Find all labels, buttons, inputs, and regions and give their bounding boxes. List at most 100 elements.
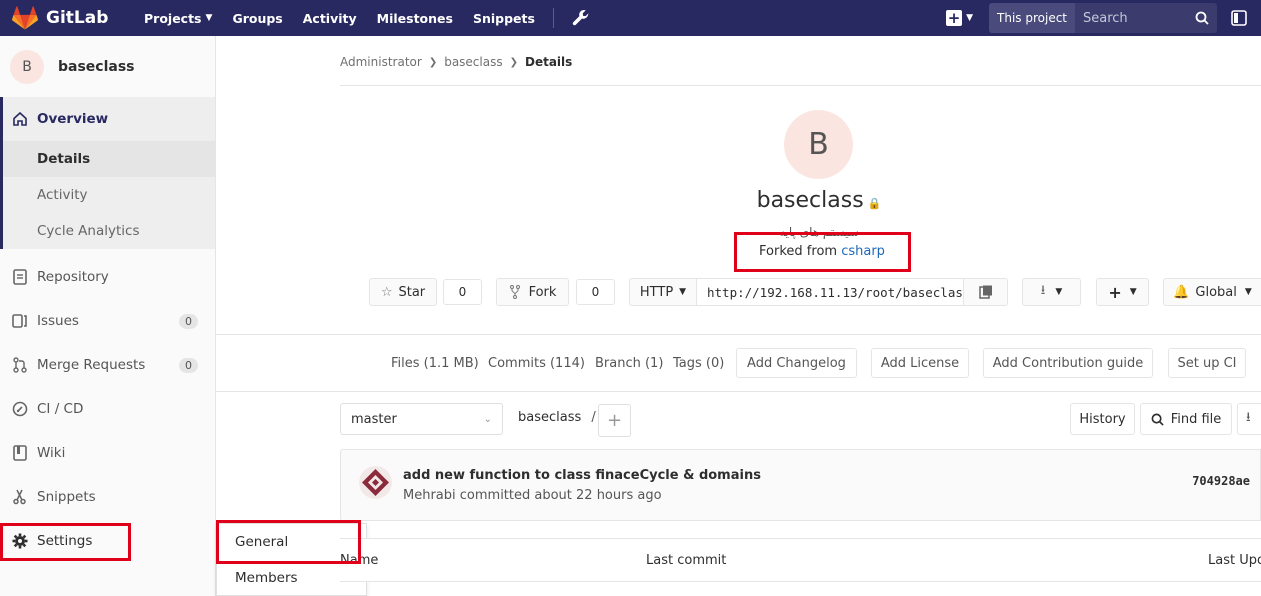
fork-label: Fork [528,284,557,300]
sidebar-project-header[interactable]: B baseclass [0,36,215,97]
star-button[interactable]: ☆ Star [369,278,437,306]
add-new-dropdown[interactable]: + ▼ [1096,278,1149,306]
nav-activity[interactable]: Activity [293,11,367,26]
sidebar-sub-details[interactable]: Details [3,141,215,177]
bell-icon: 🔔 [1173,284,1190,300]
brand-name: GitLab [46,8,109,28]
chevron-down-icon: ▼ [966,13,974,23]
clone-url-input[interactable]: http://192.168.11.13/root/baseclass.git [696,278,964,306]
branch-selector[interactable]: master ⌄ [340,403,503,435]
commit-author-avatar[interactable] [359,466,392,499]
search-icon [1151,413,1164,426]
book-icon [12,445,28,461]
new-item-dropdown[interactable]: + ▼ [946,10,973,26]
search-icon [1195,11,1209,25]
home-icon [12,111,28,127]
chevron-down-icon: ▼ [205,13,213,23]
sidebar-item-ci-cd[interactable]: CI / CD [0,387,215,431]
path-root-link[interactable]: baseclass [518,410,581,425]
sidebar-item-label: Repository [37,269,109,285]
download-archive-button[interactable]: ⭳ [1237,403,1261,435]
search-scope-project[interactable]: This project [989,3,1075,33]
sidebar-sub-activity[interactable]: Activity [3,177,215,213]
download-icon: ⭳ [1246,410,1251,425]
breadcrumb-item-namespace[interactable]: Administrator [340,55,422,69]
project-stats-files[interactable]: Files (1.1 MB) [391,348,479,378]
sidebar-item-snippets[interactable]: Snippets [0,475,215,519]
chevron-right-icon: ❯ [428,56,438,68]
merge-requests-count-badge: 0 [179,357,198,373]
sidebar-item-repository[interactable]: Repository [0,255,215,299]
add-to-tree-button[interactable]: + [598,404,631,437]
project-description: سیستم های پایه [779,225,859,239]
project-avatar-large: B [784,110,853,179]
plus-square-icon: + [946,8,963,27]
chevron-down-icon: ⌄ [483,413,492,425]
nav-snippets[interactable]: Snippets [463,11,545,26]
history-button[interactable]: History [1070,403,1135,435]
merge-request-icon [12,357,28,373]
fork-count[interactable]: 0 [576,279,615,305]
gitlab-logo-icon [12,6,38,30]
issues-icon [12,313,28,329]
add-contribution-guide-button[interactable]: Add Contribution guide [983,348,1153,378]
sidebar-item-settings[interactable]: Settings [0,519,215,563]
sidebar-item-issues[interactable]: Issues 0 [0,299,215,343]
lock-icon: 🔒 [867,197,882,210]
nav-milestones[interactable]: Milestones [367,11,463,26]
project-stats-tags[interactable]: Tags (0) [673,348,724,378]
clone-protocol-dropdown[interactable]: HTTP ▼ [629,278,697,306]
breadcrumb-item-project[interactable]: baseclass [444,55,502,69]
branch-name: master [351,411,397,427]
chevron-right-icon: ❯ [509,56,518,68]
sidebar-panel-icon [1231,10,1247,26]
set-up-ci-button[interactable]: Set up CI [1168,348,1246,378]
find-file-button[interactable]: Find file [1140,403,1232,435]
breadcrumb: Administrator ❯ baseclass ❯ Details [340,52,572,72]
scissors-icon [12,489,28,505]
sidebar-project-name: baseclass [58,58,135,75]
search-input[interactable]: Search [1075,3,1217,33]
admin-area-button[interactable] [562,9,600,27]
project-stats-branch[interactable]: Branch (1) [595,348,663,378]
gear-icon [12,533,28,549]
sidebar-sub-cycle-analytics[interactable]: Cycle Analytics [3,213,215,249]
breadcrumb-divider [340,85,1261,86]
project-avatar: B [10,49,44,84]
column-last-commit: Last commit [646,553,727,568]
forked-prefix: Forked from [759,244,838,259]
add-license-button[interactable]: Add License [871,348,969,378]
fork-button[interactable]: Fork [496,278,569,306]
sidebar-item-wiki[interactable]: Wiki [0,431,215,475]
sidebar-item-overview[interactable]: Overview [3,97,215,141]
commit-title-link[interactable]: add new function to class finaceCycle & … [403,468,761,483]
project-stats-commits[interactable]: Commits (114) [488,348,585,378]
path-separator: / [591,410,596,425]
sidebar-item-merge-requests[interactable]: Merge Requests 0 [0,343,215,387]
file-table-header: Name Last commit Last Update [340,538,1261,582]
column-last-update: Last Update [1208,553,1261,568]
notification-dropdown[interactable]: 🔔 Global ▼ [1163,278,1261,306]
nav-projects-label: Projects [144,10,202,26]
copy-url-button[interactable] [963,278,1008,306]
last-commit-panel: add new function to class finaceCycle & … [340,449,1261,521]
sidebar-item-label: CI / CD [37,401,84,417]
sidebar-toggle-button[interactable] [1217,10,1261,26]
sidebar-item-label: Snippets [37,489,96,505]
nav-projects[interactable]: Projects ▼ [134,11,222,26]
nav-groups[interactable]: Groups [222,11,292,26]
download-dropdown[interactable]: ⭳ ▼ [1022,278,1081,306]
plus-icon: + [1108,282,1122,302]
top-navbar: GitLab Projects ▼ Groups Activity Milesto… [0,0,1261,36]
breadcrumb-item-current[interactable]: Details [525,55,572,69]
gitlab-home-link[interactable]: GitLab [0,6,120,30]
commit-sha[interactable]: 704928ae [1192,474,1250,488]
overview-section: Overview Details Activity Cycle Analytic… [0,97,215,249]
forked-source-link[interactable]: csharp [841,244,885,259]
protocol-label: HTTP [639,284,674,300]
add-changelog-button[interactable]: Add Changelog [736,348,857,378]
find-file-label: Find file [1170,411,1222,427]
star-count[interactable]: 0 [443,279,482,305]
nav-divider [552,8,554,28]
caret-down-icon: ▼ [1244,287,1252,297]
